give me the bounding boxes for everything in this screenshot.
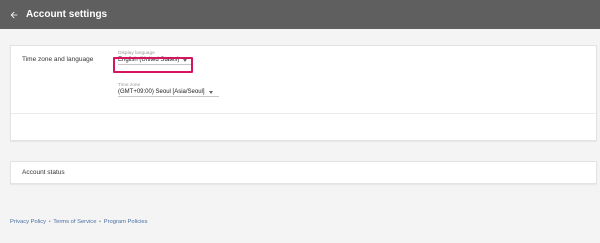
time-zone-language-card: Time zone and language Display language …: [10, 45, 597, 141]
arrow-back-icon: [10, 11, 18, 18]
privacy-policy-link[interactable]: Privacy Policy: [10, 219, 46, 225]
top-app-bar: Account settings: [0, 0, 600, 29]
account-status-label: Account status: [22, 169, 65, 176]
dropdown-caret-icon: [208, 90, 213, 94]
time-zone-value: (GMT+09:00) Seoul [Asia/Seoul]: [118, 89, 205, 95]
section-label-time-zone-language: Time zone and language: [22, 56, 94, 63]
back-button[interactable]: [4, 5, 24, 25]
program-policies-link[interactable]: Program Policies: [104, 219, 148, 225]
display-language-field: Display language English (United States): [118, 51, 191, 65]
terms-of-service-link[interactable]: Terms of Service: [53, 219, 96, 225]
account-status-card[interactable]: Account status: [10, 161, 597, 184]
footer-links: Privacy Policy • Terms of Service • Prog…: [10, 219, 148, 225]
display-language-select[interactable]: English (United States): [118, 57, 191, 65]
footer-separator: •: [99, 219, 102, 225]
time-zone-select[interactable]: (GMT+09:00) Seoul [Asia/Seoul]: [118, 89, 219, 97]
display-language-value: English (United States): [118, 57, 180, 63]
page-title: Account settings: [26, 9, 108, 20]
time-zone-field: Time zone (GMT+09:00) Seoul [Asia/Seoul]: [118, 83, 219, 97]
footer-separator: •: [48, 219, 51, 225]
card-divider: [11, 113, 596, 114]
dropdown-caret-icon: [183, 58, 188, 62]
